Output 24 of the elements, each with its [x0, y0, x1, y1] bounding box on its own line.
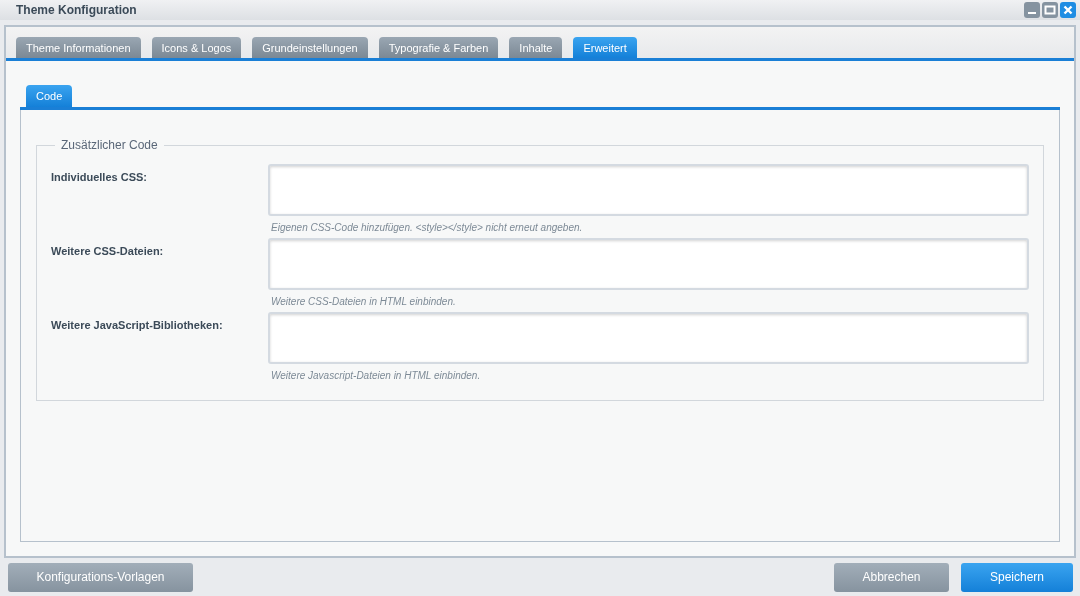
tab[interactable]: Icons & Logos: [151, 37, 242, 58]
footer-button[interactable]: Konfigurations-Vorlagen: [8, 562, 193, 592]
tab[interactable]: Erweitert: [573, 37, 637, 58]
field-label: Weitere CSS-Dateien:: [51, 244, 165, 259]
tab[interactable]: Code: [26, 85, 73, 107]
minimize-icon[interactable]: [1024, 2, 1040, 18]
field-label: Individuelles CSS:: [51, 170, 148, 185]
fieldset-legend: Zusätzlicher Code: [55, 138, 164, 152]
input-field[interactable]: [268, 164, 1029, 216]
maximize-icon[interactable]: [1042, 2, 1058, 18]
field-hint: Weitere CSS-Dateien in HTML einbinden.: [271, 296, 457, 309]
field-hint: Eigenen CSS-Code hinzufügen. <style></style> nicht erneut angeben.: [271, 222, 584, 235]
input-field[interactable]: [268, 312, 1029, 364]
tab[interactable]: Typografie & Farben: [378, 37, 499, 58]
tab[interactable]: Inhalte: [509, 37, 563, 58]
footer-button[interactable]: Speichern: [961, 562, 1073, 592]
window-title: Theme Konfiguration: [16, 3, 137, 17]
input-field[interactable]: [268, 238, 1029, 290]
field-hint: Weitere Javascript-Dateien in HTML einbinden.: [271, 370, 482, 383]
close-icon[interactable]: [1060, 2, 1076, 18]
tab[interactable]: Grundeinstellungen: [252, 37, 368, 58]
field-label: Weitere JavaScript-Bibliotheken:: [51, 318, 224, 333]
footer-button[interactable]: Abbrechen: [834, 562, 949, 592]
tab[interactable]: Theme Informationen: [16, 37, 141, 58]
